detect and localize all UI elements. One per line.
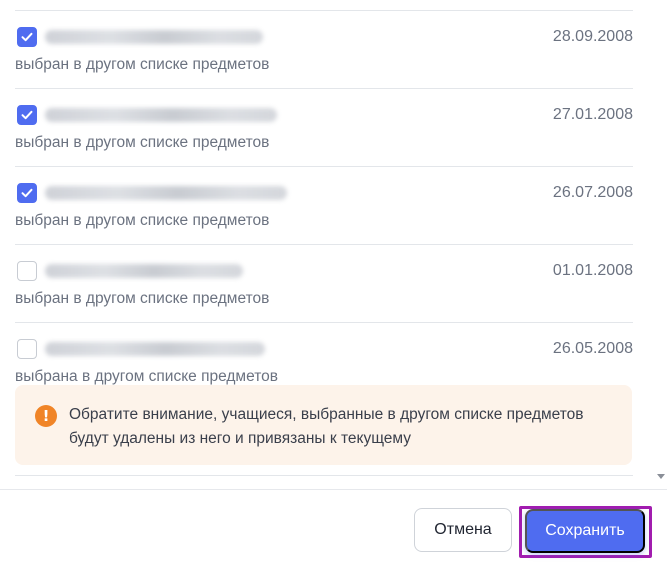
student-name-redacted <box>45 30 263 44</box>
item-note: выбран в другом списке предметов <box>15 290 270 307</box>
footer-divider <box>0 489 667 490</box>
list-bottom-divider <box>15 475 633 476</box>
check-icon <box>21 110 33 120</box>
item-checkbox[interactable] <box>17 339 37 359</box>
item-checkbox[interactable] <box>17 183 37 203</box>
item-checkbox[interactable] <box>17 27 37 47</box>
scroll-down-arrow-icon[interactable] <box>657 474 665 479</box>
item-date: 28.09.2008 <box>552 28 633 45</box>
item-note: выбран в другом списке предметов <box>15 212 270 229</box>
item-checkbox[interactable] <box>17 105 37 125</box>
item-note: выбрана в другом списке предметов <box>15 368 278 385</box>
student-name-redacted <box>45 264 243 278</box>
item-note: выбран в другом списке предметов <box>15 134 270 151</box>
cancel-button[interactable]: Отмена <box>414 508 512 552</box>
item-note: выбран в другом списке предметов <box>15 56 270 73</box>
warning-text: Обратите внимание, учащиеся, выбранные в… <box>69 406 584 447</box>
list-item: 01.01.2008 выбран в другом списке предме… <box>15 245 633 323</box>
item-date: 27.01.2008 <box>552 106 633 123</box>
item-checkbox[interactable] <box>17 261 37 281</box>
check-icon <box>21 32 33 42</box>
item-date: 26.05.2008 <box>552 340 633 357</box>
list-item: 28.09.2008 выбран в другом списке предме… <box>15 11 633 89</box>
student-name-redacted <box>45 108 277 122</box>
student-name-redacted <box>45 186 287 200</box>
item-date: 26.07.2008 <box>552 184 633 201</box>
list-item: 27.01.2008 выбран в другом списке предме… <box>15 89 633 167</box>
warning-banner: ! Обратите внимание, учащиеся, выбранные… <box>15 385 632 465</box>
list-item: 26.07.2008 выбран в другом списке предме… <box>15 167 633 245</box>
student-name-redacted <box>45 342 265 356</box>
save-button[interactable]: Сохранить <box>525 509 645 553</box>
item-date: 01.01.2008 <box>552 262 633 279</box>
exclamation-icon: ! <box>35 405 57 427</box>
check-icon <box>21 188 33 198</box>
